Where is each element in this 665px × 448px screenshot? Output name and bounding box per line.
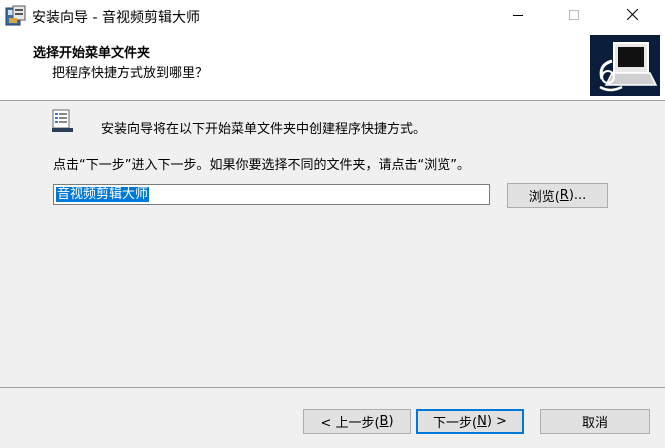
next-button[interactable]: 下一步(N) > [416,409,524,434]
browse-label-pre: 浏览( [528,190,560,205]
next-label-pre: 下一步( [433,416,478,431]
installer-icon [5,5,27,27]
start-menu-folder-input[interactable]: 音视频剪辑大师 [53,184,490,205]
browse-accel-key: R [559,188,569,203]
footer-divider [0,387,665,388]
hint-text: 点击“下一步”进入下一步。如果你要选择不同的文件夹，请点击“浏览”。 [53,158,470,173]
minimize-icon [513,9,523,24]
close-icon [626,8,638,24]
cancel-label: 取消 [581,416,608,431]
back-button[interactable]: < 上一步(B) [303,409,411,434]
next-label-post: ) > [486,414,507,429]
wizard-header: 选择开始菜单文件夹 把程序快捷方式放到哪里？ [0,32,665,101]
page-subtitle: 把程序快捷方式放到哪里？ [52,66,209,81]
back-accel-key: B [379,414,389,429]
folder-input-value: 音视频剪辑大师 [56,187,150,202]
start-menu-folder-icon [52,109,74,133]
title-bar: 安装向导 - 音视频剪辑大师 [0,0,665,32]
back-label-post: ) [388,414,394,429]
minimize-button[interactable] [495,0,541,32]
back-label-pre: < 上一步( [320,416,380,431]
next-accel-key: N [477,414,487,429]
page-title: 选择开始菜单文件夹 [33,46,151,61]
browse-button[interactable]: 浏览(R)... [507,183,608,208]
info-text: 安装向导将在以下开始菜单文件夹中创建程序快捷方式。 [101,122,427,137]
close-button[interactable] [609,0,655,32]
cancel-button[interactable]: 取消 [540,409,650,434]
window-title: 安装向导 - 音视频剪辑大师 [32,10,200,26]
computer-installer-image [590,35,660,96]
browse-label-post: )... [568,188,587,203]
maximize-button[interactable] [551,0,597,32]
maximize-icon [569,9,579,24]
